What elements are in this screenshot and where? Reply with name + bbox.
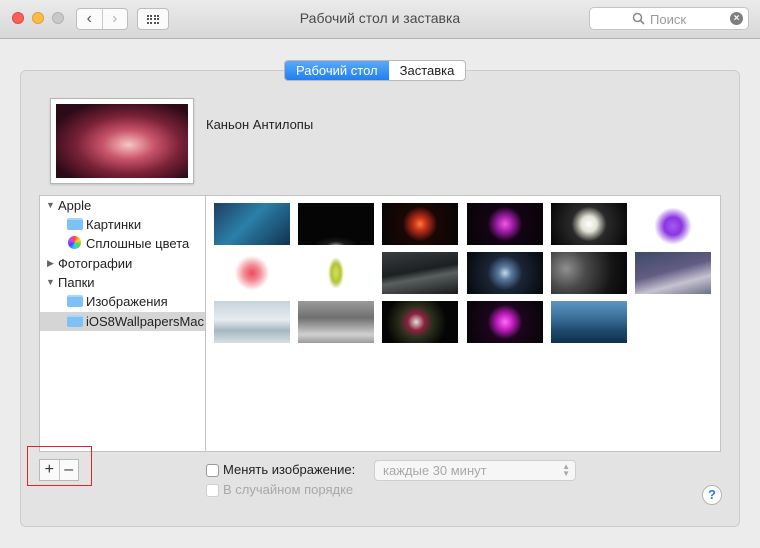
wallpaper-thumbnail[interactable] xyxy=(214,203,290,245)
sidebar-item-images[interactable]: Изображения xyxy=(40,292,205,311)
disclosure-closed-icon[interactable]: ▶ xyxy=(47,254,54,273)
sidebar-group-label: Фотографии xyxy=(58,256,133,271)
tab-control: Рабочий стол Заставка xyxy=(284,60,467,81)
wallpaper-thumbnail[interactable] xyxy=(298,252,374,294)
change-picture-label: Менять изображение: xyxy=(223,462,356,477)
help-button[interactable]: ? xyxy=(702,485,722,505)
wallpaper-thumbnail[interactable] xyxy=(382,203,458,245)
folder-icon xyxy=(67,295,83,307)
chevron-left-icon: ‹ xyxy=(86,10,92,27)
wallpaper-thumbnail[interactable] xyxy=(382,301,458,343)
show-all-button[interactable] xyxy=(137,8,169,30)
folder-icon xyxy=(67,315,83,327)
wallpaper-thumbnail[interactable] xyxy=(551,252,627,294)
sidebar-item-pictures[interactable]: Картинки xyxy=(40,215,205,234)
wallpaper-thumbnail[interactable] xyxy=(635,252,711,294)
grid-icon xyxy=(146,14,160,24)
wallpaper-thumbnail[interactable] xyxy=(382,252,458,294)
wallpaper-thumbnail[interactable] xyxy=(298,203,374,245)
window-title: Рабочий стол и заставка xyxy=(299,10,461,26)
disclosure-open-icon[interactable]: ▼ xyxy=(46,196,55,215)
search-icon xyxy=(632,12,645,25)
zoom-window-button[interactable] xyxy=(52,12,64,24)
title-bar: ‹ › Рабочий стол и заставка Поиск × xyxy=(0,0,760,39)
search-placeholder: Поиск xyxy=(650,12,687,27)
sidebar-item-label: Изображения xyxy=(86,294,168,309)
change-picture-checkbox[interactable] xyxy=(206,464,219,477)
wallpaper-name: Каньон Антилопы xyxy=(206,117,314,132)
folder-icon xyxy=(67,218,83,230)
sidebar-group-folders[interactable]: ▼ Папки xyxy=(40,273,205,292)
sidebar-item-label: Сплошные цвета xyxy=(86,236,190,251)
chevron-right-icon: › xyxy=(112,10,118,27)
sidebar-group-photos[interactable]: ▶ Фотографии xyxy=(40,254,205,273)
wallpaper-thumbnail[interactable] xyxy=(467,301,543,343)
wallpaper-thumbnail[interactable] xyxy=(214,301,290,343)
forward-button[interactable]: › xyxy=(101,9,128,29)
random-order-label: В случайном порядке xyxy=(223,482,354,497)
sidebar-group-label: Папки xyxy=(58,275,95,290)
sidebar-item-ios8wallpapers[interactable]: iOS8WallpapersMac xyxy=(40,312,205,331)
tab-desktop[interactable]: Рабочий стол xyxy=(285,61,389,80)
wallpaper-thumbnail[interactable] xyxy=(551,301,627,343)
tab-screensaver[interactable]: Заставка xyxy=(389,61,466,80)
sidebar-group-apple[interactable]: ▼ Apple xyxy=(40,196,205,215)
wallpaper-thumbnail[interactable] xyxy=(467,203,543,245)
source-list: ▼ Apple Картинки Сплошные цвета ▶ Фотогр… xyxy=(39,195,206,452)
wallpaper-thumbnail[interactable] xyxy=(551,203,627,245)
wallpaper-grid xyxy=(205,195,721,452)
wallpaper-thumbnail[interactable] xyxy=(298,301,374,343)
wallpaper-preview xyxy=(50,98,194,184)
clear-search-icon[interactable]: × xyxy=(730,12,743,25)
close-window-button[interactable] xyxy=(12,12,24,24)
sidebar-group-label: Apple xyxy=(58,198,92,213)
wallpaper-thumbnail[interactable] xyxy=(214,252,290,294)
interval-select[interactable]: каждые 30 минут ▲ ▼ xyxy=(374,460,576,481)
navigation-buttons: ‹ › xyxy=(76,8,128,30)
wallpaper-thumbnail[interactable] xyxy=(635,203,711,245)
sidebar-item-label: iOS8WallpapersMac xyxy=(86,314,205,329)
highlight-annotation xyxy=(27,446,92,486)
disclosure-open-icon[interactable]: ▼ xyxy=(46,273,55,292)
sidebar-item-solid-colors[interactable]: Сплошные цвета xyxy=(40,234,205,253)
interval-value: каждые 30 минут xyxy=(383,463,487,478)
back-button[interactable]: ‹ xyxy=(77,9,102,29)
wallpaper-thumbnail[interactable] xyxy=(467,252,543,294)
wallpaper-preview-image xyxy=(56,104,188,178)
search-field[interactable]: Поиск × xyxy=(589,7,749,30)
minimize-window-button[interactable] xyxy=(32,12,44,24)
random-order-checkbox[interactable] xyxy=(206,484,219,497)
sidebar-item-label: Картинки xyxy=(86,217,142,232)
stepper-arrows-icon: ▲ ▼ xyxy=(562,462,570,478)
color-wheel-icon xyxy=(68,236,81,249)
